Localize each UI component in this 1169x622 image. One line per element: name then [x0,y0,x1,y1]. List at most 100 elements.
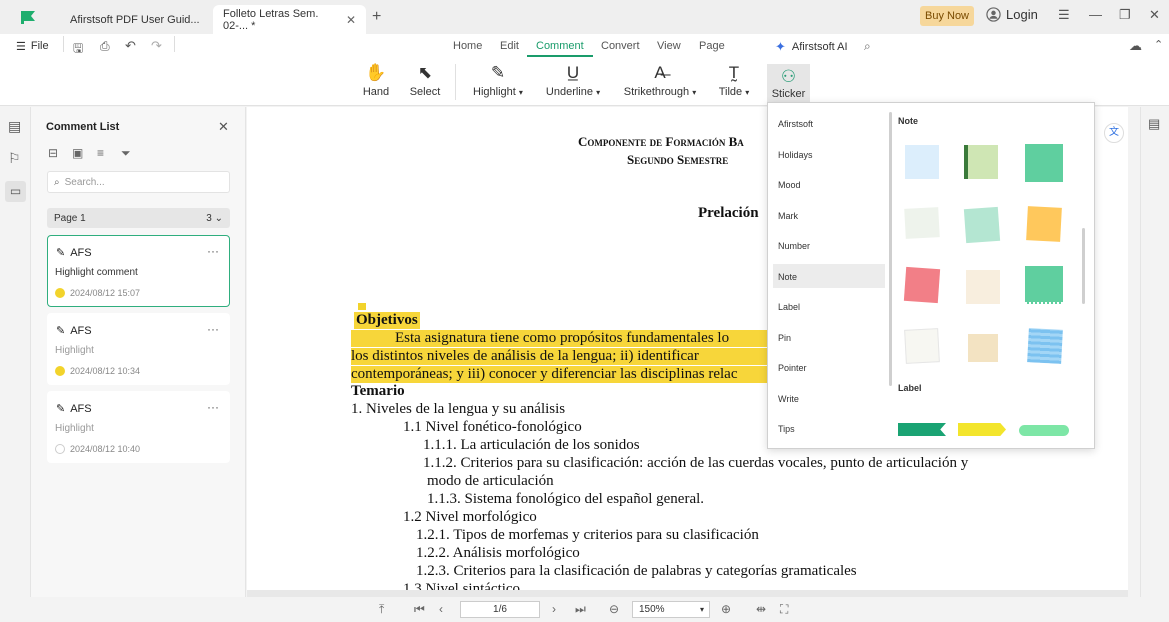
more-options-icon[interactable]: ··· [207,322,219,336]
undo-icon[interactable]: ↶ [125,38,136,54]
close-tab-icon[interactable]: ✕ [346,13,356,27]
sticker-category-item[interactable]: Note [778,272,797,282]
filter-icon[interactable]: ⏷ [121,146,131,161]
tab-folleto[interactable]: Folleto Letras Sem. 02-... * ✕ [213,5,366,34]
dropdown-arrow-icon[interactable]: ▾ [692,88,696,97]
note-sticker-teal[interactable] [1025,144,1063,182]
fit-page-icon[interactable]: ⛶ [780,602,788,617]
sticker-category-item[interactable]: Label [778,302,800,312]
close-panel-icon[interactable]: ✕ [218,119,229,135]
sticker-category-item[interactable]: Afirstsoft [778,119,813,129]
note-sticker-blue[interactable] [905,145,939,179]
comment-card[interactable]: ✎ AFS ··· Highlight comment 2024/08/12 15… [47,235,230,307]
author-name: AFS [70,324,92,337]
tilde-tool[interactable]: T̰ Tilde ▾ [715,62,753,98]
menu-edit[interactable]: Edit [500,40,519,52]
note-sticker-teal-spiral[interactable] [1025,266,1063,304]
note-sticker-white[interactable] [904,328,940,364]
sort-icon[interactable]: ≡ [97,146,104,160]
note-sticker-green-notebook[interactable] [964,145,998,179]
select-tool[interactable]: ⬉ Select [410,62,441,98]
new-tab-icon[interactable]: + [372,8,381,26]
previous-page-icon[interactable]: ‹ [439,602,443,616]
sticker-category-item[interactable]: Pointer [778,363,807,373]
sticker-category-item[interactable]: Tips [778,424,795,434]
translate-icon[interactable]: 文 [1104,123,1124,143]
restore-icon[interactable]: ❐ [1119,7,1131,23]
fit-width-icon[interactable]: ⇹ [756,602,766,616]
redo-icon[interactable]: ↷ [151,38,162,54]
cloud-upload-icon[interactable]: ☁ [1129,38,1142,54]
print-icon[interactable]: ⎙ [100,39,110,54]
outline-item: 1.1 Nivel fonético-fonológico [403,419,582,435]
category-scrollbar[interactable] [889,112,892,386]
sticker-category-item[interactable]: Mark [778,211,798,221]
comment-list-icon[interactable]: ▭ [5,181,26,202]
dropdown-arrow-icon[interactable]: ▾ [745,88,749,97]
properties-panel-icon[interactable]: ▤ [1148,116,1160,132]
previous-page-end-icon[interactable]: ⏮ [414,602,425,617]
sticker-scrollbar[interactable] [1082,228,1085,304]
strikethrough-tool[interactable]: A̶ Strikethrough ▾ [620,62,700,98]
minimize-icon[interactable]: — [1089,7,1102,22]
thumbnail-icon[interactable]: ▤ [8,118,21,135]
next-page-icon[interactable]: › [552,602,556,616]
note-sticker-light-green[interactable] [904,207,940,239]
sticker-category-item[interactable]: Holidays [778,150,813,160]
ai-button[interactable]: ✦ Afirstsoft AI [775,39,848,55]
menu-view[interactable]: View [657,40,681,52]
label-sticker-yellow[interactable] [958,423,1006,436]
expand-all-icon[interactable]: ⊟ [48,146,58,160]
page-group-header[interactable]: Page 1 3 ⌄ [47,208,230,228]
more-options-icon[interactable]: ··· [207,400,219,414]
menu-page[interactable]: Page [699,40,725,52]
hamburger-menu-icon[interactable]: ☰ [1058,7,1070,23]
note-sticker-mint-pinned[interactable] [963,206,1001,244]
note-sticker-pink[interactable] [903,266,941,304]
comment-card[interactable]: ✎ AFS ··· Highlight 2024/08/12 10:34 [47,313,230,385]
zoom-in-icon[interactable]: ⊕ [721,602,731,616]
sticker-tool[interactable]: ⚇ Sticker [767,64,810,102]
menu-convert[interactable]: Convert [601,40,640,52]
highlight-tool[interactable]: ✎ Highlight ▾ [470,62,526,98]
last-page-icon[interactable]: ⏭ [575,602,586,617]
menu-comment[interactable]: Comment [536,40,584,52]
underline-tool[interactable]: U̲ Underline ▾ [544,62,602,98]
comment-card[interactable]: ✎ AFS ··· Highlight 2024/08/12 10:40 [47,391,230,463]
bookmark-icon[interactable]: ⚐ [8,150,21,167]
horizontal-scrollbar[interactable] [247,590,1128,597]
image-export-icon[interactable]: ▣ [72,146,83,160]
sticker-category-item[interactable]: Number [778,241,810,251]
zoom-select[interactable]: 150% ▾ [632,601,710,618]
note-sticker-cream-taped[interactable] [966,270,1000,304]
collapse-icon[interactable]: ⌃ [1154,38,1163,51]
hand-tool[interactable]: ✋ Hand [362,62,390,98]
label-sticker-light-green[interactable] [1019,425,1069,436]
zoom-out-icon[interactable]: ⊖ [609,602,619,616]
doc-heading-1: Componente de Formación Ba [578,134,744,149]
sticker-category-item[interactable]: Pin [778,333,791,343]
login-button[interactable]: Login [986,7,1038,22]
search-icon[interactable]: ⌕ [864,39,871,54]
note-marker-icon[interactable] [358,303,366,310]
note-sticker-beige[interactable] [968,334,998,362]
note-sticker-blue-lined[interactable] [1027,328,1063,364]
dropdown-arrow-icon[interactable]: ▾ [519,88,523,97]
file-menu[interactable]: ☰ File [16,40,49,53]
buy-now-button[interactable]: Buy Now [920,6,974,26]
sticker-category-item[interactable]: Write [778,394,799,404]
page-number-input[interactable]: 1/6 [460,601,540,618]
tool-label-text: Highlight [473,86,516,98]
tab-user-guide[interactable]: Afirstsoft PDF User Guid... [60,5,210,34]
close-window-icon[interactable]: ✕ [1149,7,1160,23]
save-icon[interactable]: 🖫 [73,39,83,60]
note-sticker-yellow[interactable] [1026,206,1062,242]
more-options-icon[interactable]: ··· [207,244,219,258]
comment-search-input[interactable]: ⌕ Search... [47,171,230,193]
label-sticker-green[interactable] [898,423,946,436]
vertical-scrollbar[interactable] [1129,107,1140,590]
sticker-category-item[interactable]: Mood [778,180,801,190]
dropdown-arrow-icon[interactable]: ▾ [596,88,600,97]
menu-home[interactable]: Home [453,40,482,52]
first-page-icon[interactable]: ⤒ [379,602,384,617]
